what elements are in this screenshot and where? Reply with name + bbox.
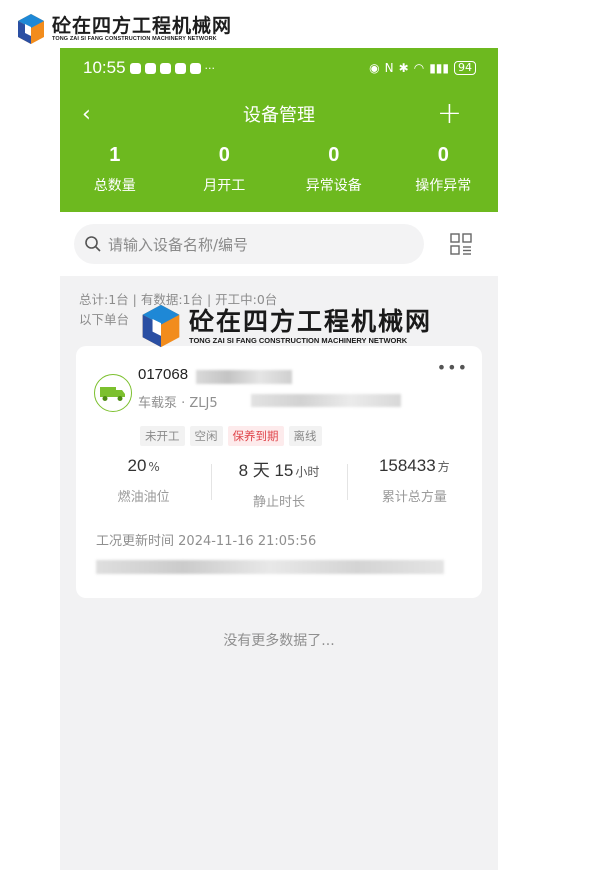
metrics-row: 20% 燃油油位 8 天 15 小时 静止时长 158433 方 累计总方量 [76,456,482,510]
device-type: 车载泵 · ZLJ5 [138,396,218,411]
update-timestamp: 2024-11-16 21:05:56 [178,534,317,549]
stat-label: 异常设备 [305,178,362,194]
nfc-icon: N [384,61,394,75]
search-input[interactable]: 请输入设备名称/编号 [74,224,424,264]
metric-fuel: 20% 燃油油位 [76,456,211,510]
metric-label: 燃油油位 [117,490,170,505]
stats-row: 1 总数量 0 月开工 0 异常设备 0 操作异常 [60,140,498,212]
status-time: 10:55 [83,58,126,77]
metric-label: 静止时长 [252,495,305,510]
metric-value: 158433 [378,456,436,475]
search-placeholder: 请输入设备名称/编号 [108,235,249,254]
watermark-subtitle: TONG ZAI SI FANG CONSTRUCTION MACHINERY … [52,36,217,42]
watermark-logo-icon [18,14,44,44]
no-more-data: 没有更多数据了... [223,633,335,649]
screenshot-root: 砼在四方工程机械网 TONG ZAI SI FANG CONSTRUCTION … [0,0,599,870]
redacted-block [196,370,292,384]
wifi-icon: ◠ [413,61,425,75]
grid-view-icon[interactable] [450,233,472,255]
notification-icon [144,62,156,74]
phone-screen: 10:55 ··· ◉ N ✱ ◠ ▮▮▮ 94 ‹ 设备管理 + 1 总数量 … [60,48,498,870]
status-tag: 空闲 [189,426,223,446]
watermark-title: 砼在四方工程机械网 [52,15,233,37]
stat-label: 操作异常 [415,178,472,194]
page-title: 设备管理 [243,105,315,126]
watermark-subtitle: TONG ZAI SI FANG CONSTRUCTION MACHINERY … [189,335,408,345]
status-tag-alert: 保养到期 [227,426,284,446]
device-id: 017068 [138,366,189,383]
metric-unit: % [148,460,160,474]
status-tags: 未开工 空闲 保养到期 离线 [140,426,327,446]
metric-unit: 小时 [295,465,320,479]
stat-monthly-start[interactable]: 0 月开工 [170,140,280,212]
chevron-left-icon[interactable]: ‹ [82,102,91,127]
more-options-icon[interactable]: ••• [437,358,468,377]
signal-icon: ▮▮▮ [429,61,449,75]
metric-value: 8 天 15 [238,461,294,480]
header: 10:55 ··· ◉ N ✱ ◠ ▮▮▮ 94 ‹ 设备管理 + 1 总数量 … [60,48,498,212]
search-icon [85,236,101,252]
watermark-logo-icon [142,304,180,348]
bluetooth-icon: ✱ [398,61,409,75]
stat-label: 月开工 [203,178,246,194]
stat-label: 总数量 [93,178,136,194]
stat-value: 0 [328,144,340,166]
metric-label: 累计总方量 [381,490,447,505]
battery-indicator: 94 [454,61,476,75]
notification-icon [174,62,186,74]
plus-icon[interactable]: + [437,96,462,131]
redacted-block [251,394,401,407]
stat-total[interactable]: 1 总数量 [60,140,170,212]
update-time: 工况更新时间 2024-11-16 21:05:56 [96,530,316,549]
more-notifications-icon: ··· [204,61,216,75]
update-label: 工况更新时间 [96,534,175,549]
device-card[interactable]: 017068 车载泵 · ZLJ5 ••• 未开工 空闲 保养到期 离线 20%… [76,346,482,598]
metric-idle-time: 8 天 15 小时 静止时长 [211,456,346,510]
watermark-top: 砼在四方工程机械网 TONG ZAI SI FANG CONSTRUCTION … [14,12,232,46]
stat-value: 1 [109,144,121,166]
notification-icon [159,62,171,74]
notification-icon [189,62,201,74]
metric-total-volume: 158433 方 累计总方量 [346,456,482,510]
search-bar: 请输入设备名称/编号 [60,212,498,276]
stat-abnormal-devices[interactable]: 0 异常设备 [279,140,389,212]
stat-value: 0 [218,144,230,166]
nav-bar: ‹ 设备管理 + [60,88,498,140]
status-tag: 离线 [288,426,322,446]
notification-icon [129,62,141,74]
stat-value: 0 [437,144,449,166]
watermark-title: 砼在四方工程机械网 [189,306,433,336]
redacted-block [96,560,444,574]
eye-icon: ◉ [369,61,380,75]
watermark-center: 砼在四方工程机械网 TONG ZAI SI FANG CONSTRUCTION … [137,302,432,350]
truck-icon [94,374,132,412]
status-tag: 未开工 [140,426,185,446]
status-bar: 10:55 ··· ◉ N ✱ ◠ ▮▮▮ 94 [60,48,498,88]
stat-operation-abnormal[interactable]: 0 操作异常 [389,140,499,212]
metric-unit: 方 [437,460,450,474]
metric-value: 20 [127,456,147,475]
